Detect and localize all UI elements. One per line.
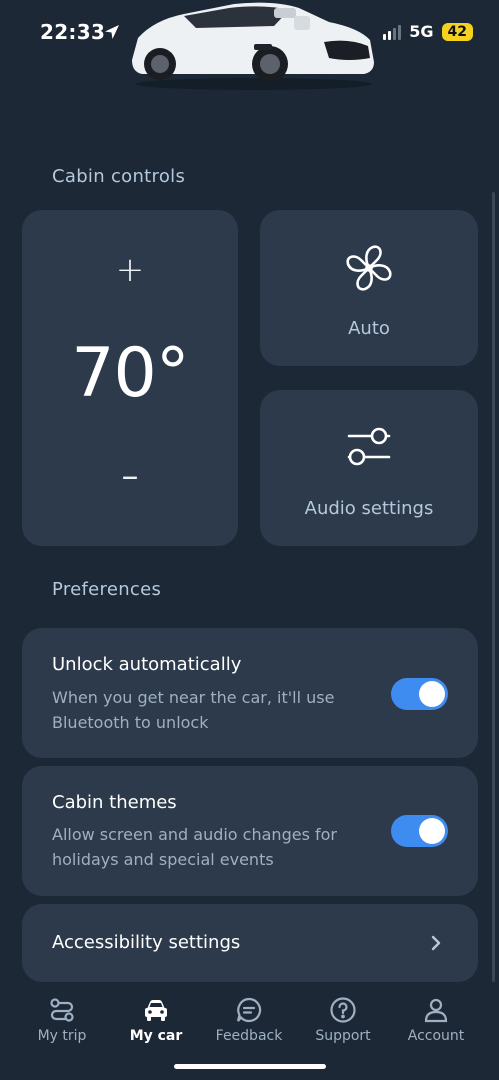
tab-feedback[interactable]: Feedback [201,994,297,1044]
car-image [132,2,374,90]
tab-label: My car [129,1028,183,1044]
sliders-icon [347,427,391,466]
cabin-themes-row: Cabin themes Allow screen and audio chan… [22,766,478,896]
fan-mode-label: Auto [348,318,390,339]
home-indicator[interactable] [174,1064,326,1069]
tab-label: Feedback [215,1028,283,1044]
chevron-right-icon [431,935,441,951]
temperature-increase-button[interactable]: + [22,250,238,290]
fan-auto-button[interactable]: Auto [260,210,478,366]
unlock-automatically-toggle[interactable] [391,678,448,710]
unlock-automatically-row: Unlock automatically When you get near t… [22,628,478,758]
location-arrow-icon [105,25,119,39]
battery-level: 42 [441,22,473,41]
scrollbar[interactable] [492,192,495,982]
network-type: 5G [409,22,434,41]
cabin-themes-toggle[interactable] [391,815,448,847]
route-icon [50,998,74,1022]
unlock-automatically-title: Unlock automatically [52,654,242,675]
audio-settings-button[interactable]: Audio settings [260,390,478,546]
cabin-themes-title: Cabin themes [52,792,177,813]
temperature-value: 70° [71,334,190,413]
tab-label: Account [407,1028,465,1044]
fan-icon [346,245,392,291]
tab-account[interactable]: Account [388,994,484,1044]
tab-my-car[interactable]: My car [108,994,204,1044]
toggle-knob [419,818,445,844]
accessibility-settings-row[interactable]: Accessibility settings [22,904,478,982]
chat-bubble-icon [236,997,262,1023]
tab-label: My trip [37,1028,87,1044]
status-indicators: 5G 42 [383,22,473,41]
tab-my-trip[interactable]: My trip [14,994,110,1044]
temperature-card: + 70° – [22,210,238,546]
my-car-screen: 22:33 5G 42 Cabin controls + 70° – Auto … [0,0,499,1080]
tab-support[interactable]: Support [295,994,391,1044]
tab-label: Support [315,1028,371,1044]
unlock-automatically-description: When you get near the car, it'll use Blu… [52,688,335,732]
accessibility-settings-label: Accessibility settings [52,932,241,953]
audio-settings-label: Audio settings [304,498,434,519]
temperature-decrease-button[interactable]: – [22,456,238,496]
preferences-title: Preferences [52,579,162,600]
person-icon [424,998,448,1023]
car-icon [145,1000,167,1021]
help-circle-icon [330,997,356,1023]
cabin-controls-title: Cabin controls [52,166,186,187]
status-time: 22:33 [40,20,106,44]
signal-strength-icon [383,24,402,40]
toggle-knob [419,681,445,707]
cabin-themes-description: Allow screen and audio changes for holid… [52,825,337,869]
